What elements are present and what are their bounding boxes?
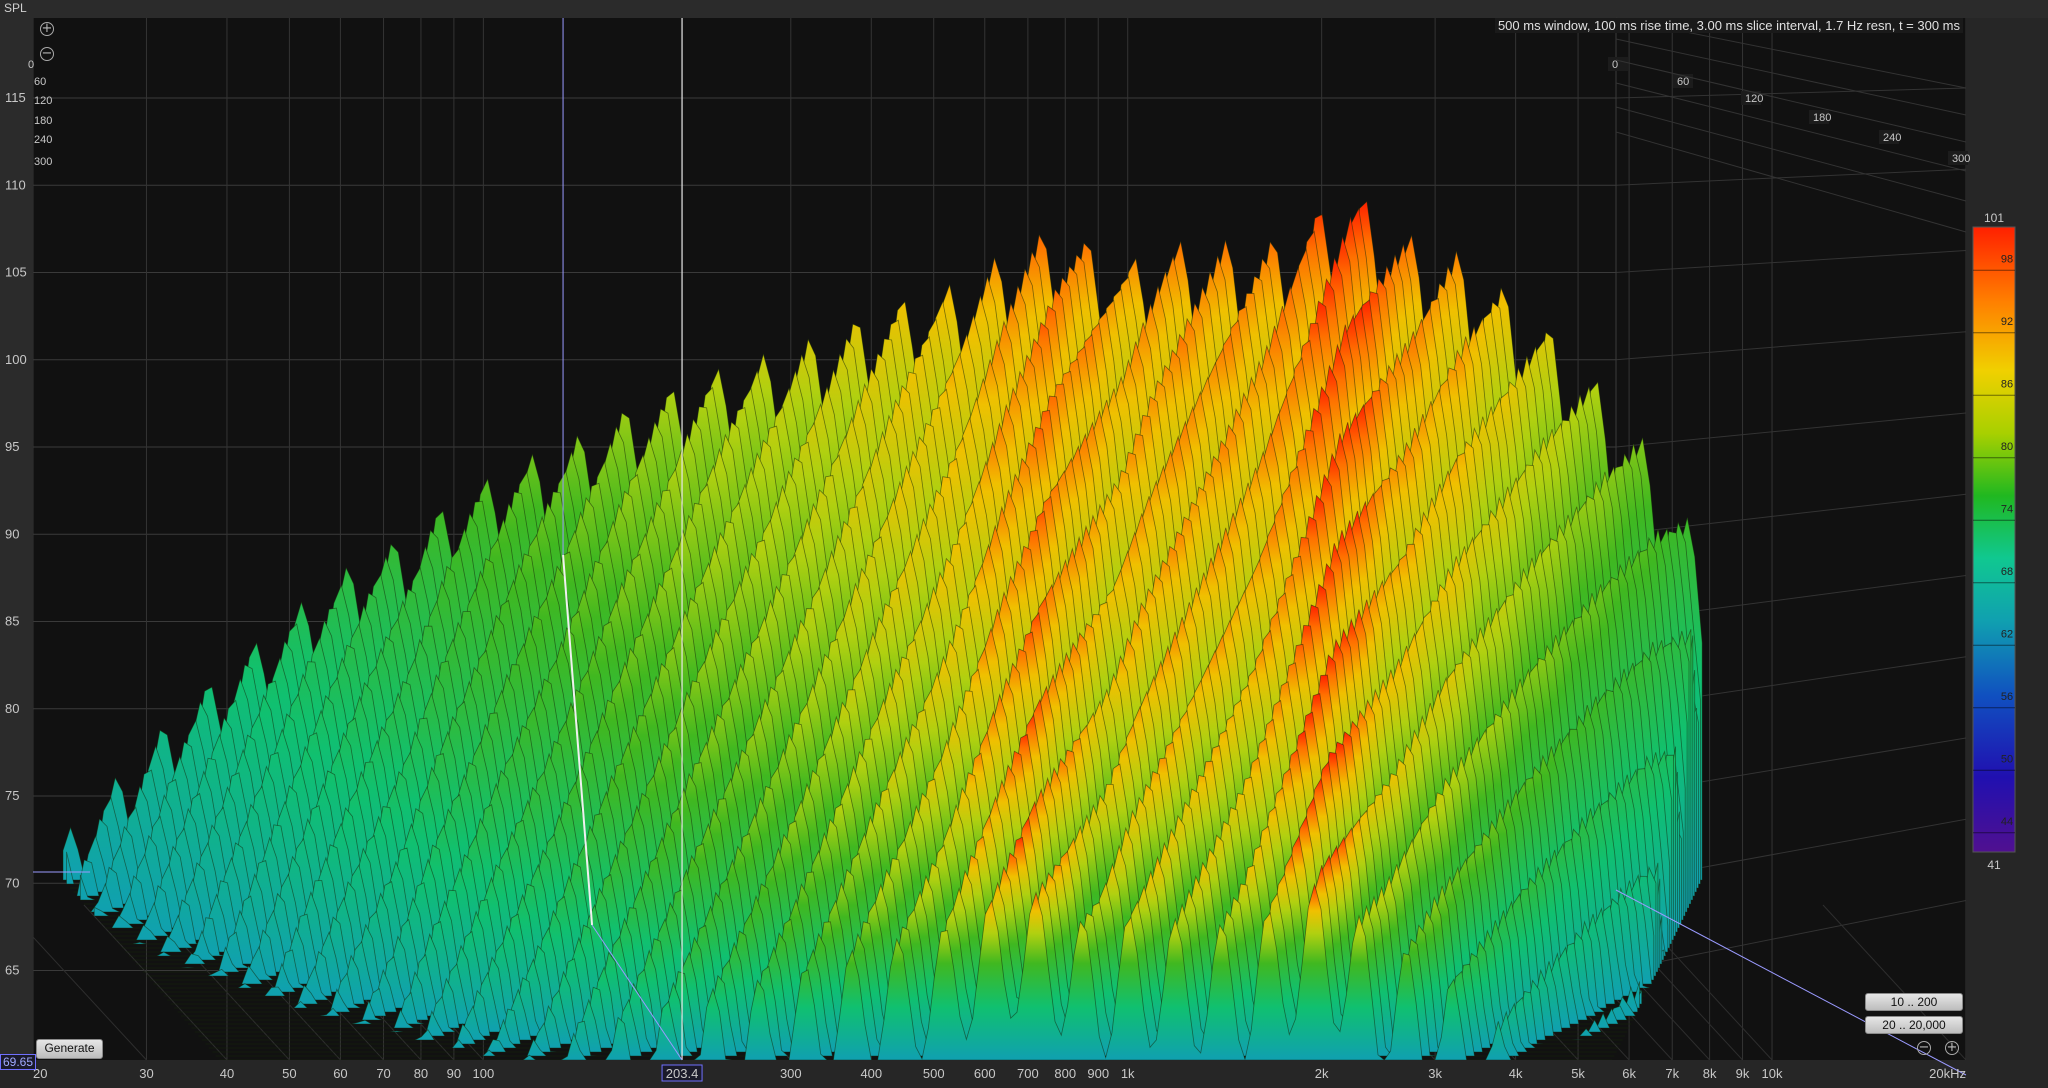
time-tick-label-right: 0	[1612, 59, 1618, 71]
x-tick-label: 5k	[1571, 1066, 1585, 1081]
x-tick-label: 30	[139, 1066, 153, 1081]
x-tick-label: 6k	[1622, 1066, 1636, 1081]
y-axis-tick-labels: 115 110 105 100 95 90 85 80 75 70 65	[5, 90, 27, 978]
time-tick-label-right: 240	[1883, 132, 1901, 144]
time-tick-label-right: 180	[1813, 112, 1831, 124]
color-scale-tick-label: 74	[2001, 503, 2013, 515]
x-tick-label: 50	[282, 1066, 296, 1081]
y-tick-label: 110	[5, 177, 26, 192]
y-tick-label: 70	[5, 875, 19, 890]
time-tick-label-left: 300	[34, 156, 52, 168]
x-tick-label: 900	[1087, 1066, 1109, 1081]
color-scale-legend: 101 41 98 92 86 80 74 68 62 56 50 44	[1972, 211, 2016, 872]
color-scale-max: 101	[1984, 211, 2004, 225]
y-tick-label: 115	[5, 90, 26, 105]
x-tick-label: 40	[220, 1066, 234, 1081]
color-scale-tick-label: 56	[2001, 691, 2013, 703]
y-tick-label: 100	[5, 352, 27, 367]
y-tick-label: 65	[5, 963, 19, 978]
y-tick-label: 80	[5, 701, 19, 716]
grid-line-depth	[33, 1059, 34, 1060]
x-tick-label: 500	[923, 1066, 945, 1081]
time-tick-label-left: 120	[34, 95, 52, 107]
y-axis-title: SPL	[4, 1, 27, 15]
x-tick-label: 400	[860, 1066, 882, 1081]
y-tick-label: 105	[5, 265, 27, 280]
y-tick-label: 75	[5, 788, 19, 803]
y-tick-label: 90	[5, 526, 19, 541]
x-tick-label: 2k	[1315, 1066, 1329, 1081]
x-tick-label: 100	[473, 1066, 495, 1081]
analysis-info: 500 ms window, 100 ms rise time, 3.00 ms…	[1494, 18, 1963, 33]
x-tick-label: 90	[447, 1066, 461, 1081]
time-tick-label-right: 120	[1745, 93, 1763, 105]
x-tick-label: 3k	[1428, 1066, 1442, 1081]
y-tick-label: 85	[5, 614, 19, 629]
color-scale-tick-label: 68	[2001, 566, 2013, 578]
time-tick-label-left: 0	[28, 59, 34, 71]
color-scale-tick-label: 62	[2001, 628, 2013, 640]
x-tick-label: 600	[974, 1066, 996, 1081]
y-tick-label: 95	[5, 439, 19, 454]
time-tick-label-left: 60	[34, 76, 46, 88]
x-tick-label: 80	[414, 1066, 428, 1081]
color-scale-tick-label: 98	[2001, 253, 2013, 265]
cursor-frequency-label: 203.4	[666, 1066, 699, 1081]
zoom-in-y-icon[interactable]: +	[40, 22, 54, 36]
zoom-out-y-icon[interactable]: −	[40, 47, 54, 61]
zoom-out-x-icon[interactable]: −	[1917, 1041, 1931, 1055]
x-tick-label: 700	[1017, 1066, 1039, 1081]
waterfall-plot[interactable]: 11511010510095908580757065 20 30 40 50 60 70 8…	[0, 0, 2048, 1088]
range-20-20000-button[interactable]: 20 .. 20,000	[1865, 1016, 1963, 1034]
time-tick-label-left: 240	[34, 134, 52, 146]
x-tick-label: 7k	[1665, 1066, 1679, 1081]
x-tick-label: 10k	[1762, 1066, 1783, 1081]
generate-button[interactable]: Generate	[36, 1039, 103, 1059]
color-scale-tick-label: 50	[2001, 753, 2013, 765]
x-tick-label: 70	[376, 1066, 390, 1081]
x-tick-label: 20kHz	[1929, 1066, 1966, 1081]
x-tick-label: 300	[780, 1066, 802, 1081]
cursor-spl-readout: 69.65	[0, 1054, 37, 1070]
color-scale-tick-label: 86	[2001, 378, 2013, 390]
time-tick-label-right: 60	[1677, 76, 1689, 88]
time-tick-label-left: 180	[34, 115, 52, 127]
x-tick-label: 60	[333, 1066, 347, 1081]
color-scale-tick-label: 92	[2001, 316, 2013, 328]
x-tick-label: 4k	[1509, 1066, 1523, 1081]
x-tick-label: 8k	[1703, 1066, 1717, 1081]
range-10-200-button[interactable]: 10 .. 200	[1865, 993, 1963, 1011]
color-scale-tick-label: 44	[2001, 816, 2013, 828]
color-scale-tick-label: 80	[2001, 441, 2013, 453]
x-tick-label: 800	[1054, 1066, 1076, 1081]
zoom-in-x-icon[interactable]: +	[1945, 1041, 1959, 1055]
x-tick-label: 9k	[1736, 1066, 1750, 1081]
x-tick-label: 1k	[1121, 1066, 1135, 1081]
time-tick-label-right: 300	[1952, 153, 1970, 165]
color-scale-min: 41	[1987, 858, 2001, 872]
